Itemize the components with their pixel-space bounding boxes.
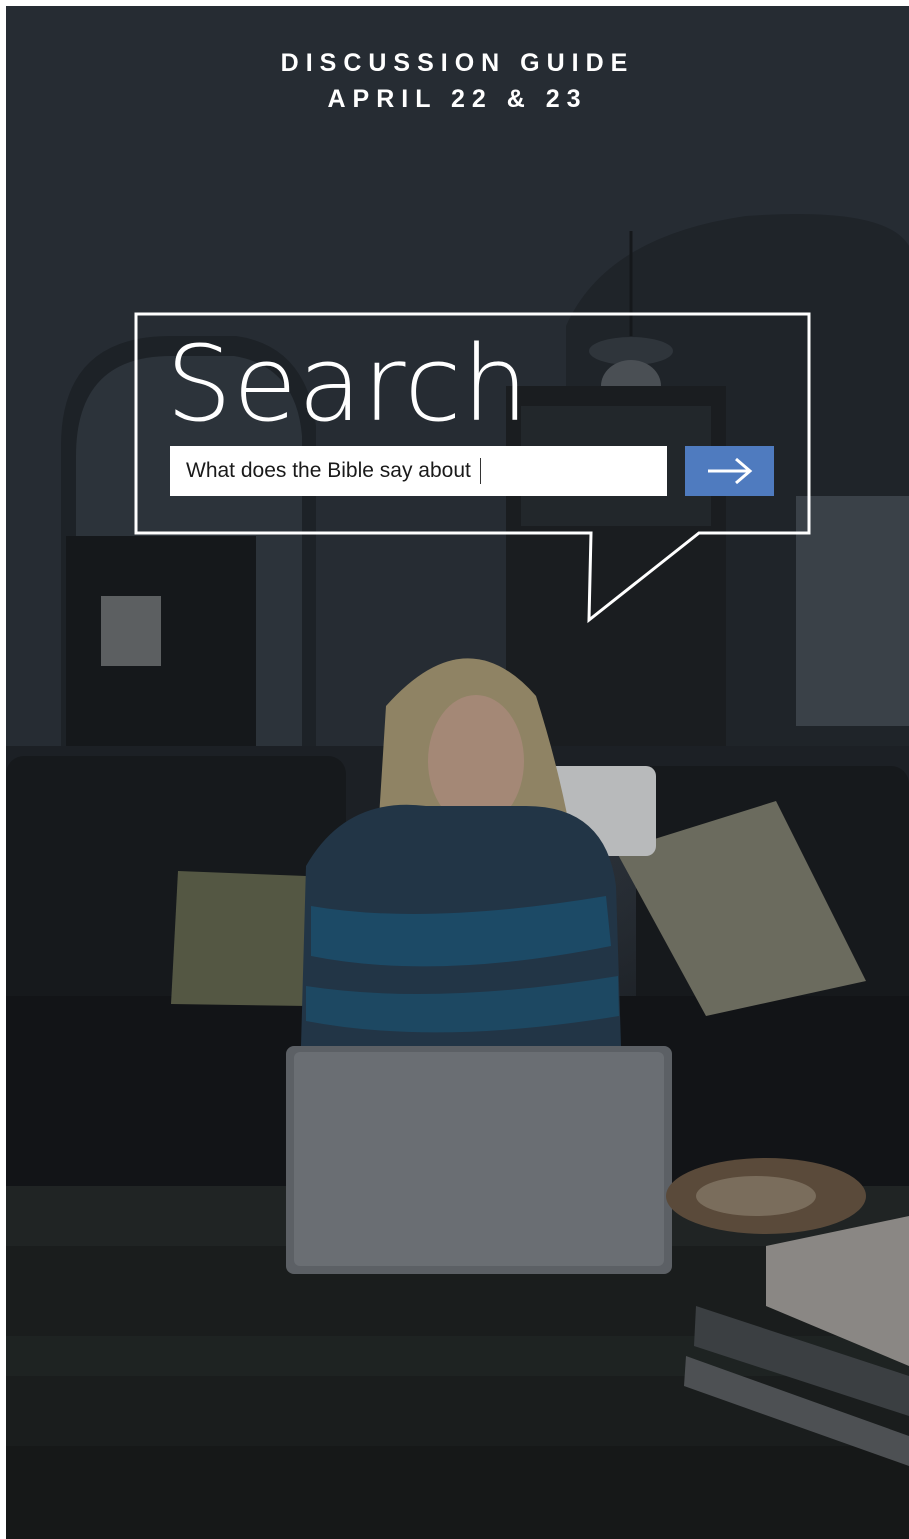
guide-header: DISCUSSION GUIDE APRIL 22 & 23 (6, 46, 909, 116)
search-input-text: What does the Bible say about (186, 459, 471, 482)
search-title: Search (166, 323, 530, 445)
search-submit-button[interactable] (685, 446, 774, 496)
background-photo (6, 6, 909, 1539)
guide-date: APRIL 22 & 23 (327, 85, 588, 113)
guide-title: DISCUSSION GUIDE (280, 49, 635, 77)
arrow-right-icon (707, 457, 752, 485)
search-input[interactable]: What does the Bible say about (170, 446, 667, 496)
cover-page: DISCUSSION GUIDE APRIL 22 & 23 Search Wh… (6, 6, 909, 1539)
text-cursor (479, 458, 481, 484)
